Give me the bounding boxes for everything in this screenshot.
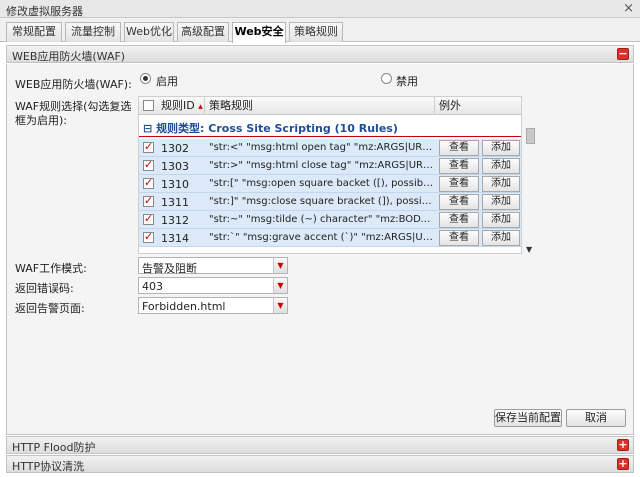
rule-policy: "str:>" "msg:html close tag" "mz:ARGS|UR…	[209, 160, 435, 171]
http-flood-title: HTTP Flood防护	[12, 441, 96, 454]
col-header-policy[interactable]: 策略规则	[205, 97, 435, 115]
rule-policy: "str:[" "msg:open square backet ([), pos…	[209, 178, 435, 189]
chevron-down-icon[interactable]: ▼	[273, 298, 287, 313]
rule-checkbox[interactable]	[143, 194, 154, 207]
col-rule-id-label: 规则ID	[161, 99, 195, 112]
waf-mode-label: WAF工作模式:	[15, 262, 87, 275]
http-protocol-title: HTTP协议清洗	[12, 460, 85, 473]
add-button[interactable]: 添加	[482, 176, 520, 192]
rule-policy: "str:~" "msg:tilde (~) character" "mz:BO…	[209, 214, 435, 225]
rule-id: 1314	[161, 232, 189, 245]
tab-web-optimize[interactable]: Web优化	[124, 22, 174, 42]
error-code-select[interactable]: 403 ▼	[138, 277, 288, 294]
view-button[interactable]: 查看	[439, 212, 479, 228]
table-row[interactable]: 1312 "str:~" "msg:tilde (~) character" "…	[139, 211, 521, 229]
tab-bar: 常规配置 流量控制 Web优化 高级配置 Web安全 策略规则	[0, 18, 640, 43]
waf-label: WEB应用防火墙(WAF):	[15, 78, 132, 91]
table-row[interactable]: 1310 "str:[" "msg:open square backet ([)…	[139, 175, 521, 193]
grid-scrollbar[interactable]: ▼	[524, 114, 536, 254]
http-flood-panel-header[interactable]: HTTP Flood防护 +	[6, 436, 634, 454]
window-title: 修改虚拟服务器	[6, 5, 83, 18]
add-button[interactable]: 添加	[482, 194, 520, 210]
add-button[interactable]: 添加	[482, 140, 520, 156]
view-button[interactable]: 查看	[439, 194, 479, 210]
rule-checkbox[interactable]	[143, 158, 154, 171]
waf-mode-value: 告警及阻断	[142, 262, 197, 275]
table-row[interactable]: 1303 "str:>" "msg:html close tag" "mz:AR…	[139, 157, 521, 175]
rule-policy: "str:`" "msg:grave accent (`)" "mz:ARGS|…	[209, 232, 435, 243]
chevron-down-icon[interactable]: ▼	[273, 278, 287, 293]
view-button[interactable]: 查看	[439, 158, 479, 174]
add-button[interactable]: 添加	[482, 158, 520, 174]
table-row[interactable]: 1314 "str:`" "msg:grave accent (`)" "mz:…	[139, 229, 521, 247]
expand-icon[interactable]: +	[617, 458, 629, 470]
add-button[interactable]: 添加	[482, 212, 520, 228]
waf-panel-header[interactable]: WEB应用防火墙(WAF) −	[6, 45, 634, 63]
rule-group-row[interactable]: ⊟ 规则类型: Cross Site Scripting (10 Rules)	[139, 117, 521, 135]
error-code-value: 403	[142, 280, 163, 293]
collapse-group-icon[interactable]: ⊟	[143, 122, 152, 135]
rule-policy: "str:<" "msg:html open tag" "mz:ARGS|URL…	[209, 142, 435, 153]
window-titlebar: 修改虚拟服务器 ×	[0, 0, 640, 18]
expand-icon[interactable]: +	[617, 439, 629, 451]
view-button[interactable]: 查看	[439, 176, 479, 192]
waf-mode-select[interactable]: 告警及阻断 ▼	[138, 257, 288, 275]
rule-group-title: 规则类型: Cross Site Scripting (10 Rules)	[156, 122, 398, 135]
error-code-label: 返回错误码:	[15, 282, 74, 295]
rule-checkbox[interactable]	[143, 212, 154, 225]
tab-general[interactable]: 常规配置	[6, 22, 62, 42]
table-row[interactable]: 1311 "str:]" "msg:close square bracket (…	[139, 193, 521, 211]
rule-policy: "str:]" "msg:close square bracket (]), p…	[209, 196, 435, 207]
rules-grid: 规则ID ▴ 策略规则 例外 ⊟ 规则类型: Cross Site Script…	[138, 96, 522, 254]
http-protocol-panel-header[interactable]: HTTP协议清洗 +	[6, 455, 634, 473]
select-all-checkbox[interactable]	[143, 100, 154, 111]
save-config-button[interactable]: 保存当前配置	[494, 409, 562, 427]
rule-select-label: WAF规则选择(勾选复选框为启用):	[15, 100, 132, 127]
scroll-down-icon[interactable]: ▼	[526, 245, 532, 254]
waf-panel-title: WEB应用防火墙(WAF)	[12, 50, 126, 63]
tab-policy-rules[interactable]: 策略规则	[289, 22, 343, 42]
waf-disable-radio[interactable]	[381, 73, 392, 84]
alert-page-label: 返回告警页面:	[15, 302, 85, 315]
scrollbar-thumb[interactable]	[526, 128, 535, 144]
col-header-exception[interactable]: 例外	[435, 97, 521, 115]
tab-advanced[interactable]: 高级配置	[177, 22, 229, 42]
col-header-rule-id[interactable]: 规则ID ▴	[157, 97, 205, 115]
table-row[interactable]: 1302 "str:<" "msg:html open tag" "mz:ARG…	[139, 139, 521, 157]
view-button[interactable]: 查看	[439, 140, 479, 156]
waf-disable-label: 禁用	[396, 75, 418, 88]
rule-id: 1303	[161, 160, 189, 173]
waf-enable-radio[interactable]	[140, 73, 151, 84]
cancel-button[interactable]: 取消	[566, 409, 626, 427]
rule-checkbox[interactable]	[143, 140, 154, 153]
alert-page-value: Forbidden.html	[142, 300, 226, 313]
add-button[interactable]: 添加	[482, 230, 520, 246]
close-icon[interactable]: ×	[623, 2, 634, 15]
waf-enable-label: 启用	[156, 75, 178, 88]
tab-traffic-control[interactable]: 流量控制	[65, 22, 121, 42]
rule-id: 1310	[161, 178, 189, 191]
alert-page-select[interactable]: Forbidden.html ▼	[138, 297, 288, 314]
collapse-icon[interactable]: −	[617, 48, 629, 60]
grid-header: 规则ID ▴ 策略规则 例外	[139, 97, 521, 115]
chevron-down-icon[interactable]: ▼	[273, 258, 287, 273]
rule-id: 1312	[161, 214, 189, 227]
view-button[interactable]: 查看	[439, 230, 479, 246]
rule-checkbox[interactable]	[143, 230, 154, 243]
rule-checkbox[interactable]	[143, 176, 154, 189]
group-divider	[139, 136, 521, 137]
rule-id: 1311	[161, 196, 189, 209]
tab-web-security[interactable]: Web安全	[232, 22, 286, 43]
rule-id: 1302	[161, 142, 189, 155]
sort-asc-icon: ▴	[198, 102, 203, 112]
